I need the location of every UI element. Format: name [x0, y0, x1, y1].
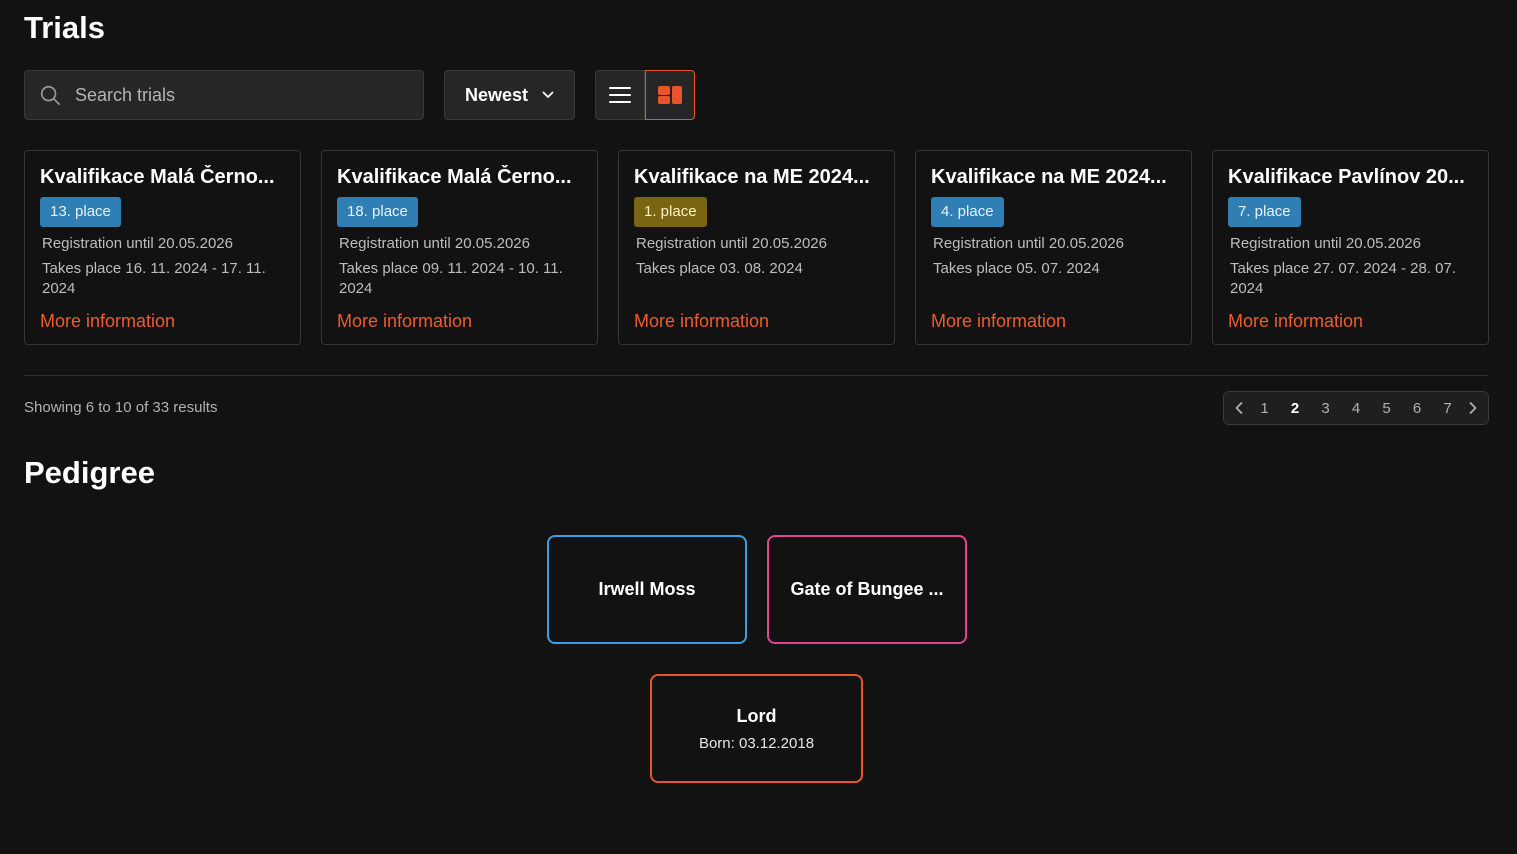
- dog-name: Lord: [736, 705, 777, 726]
- more-information-link[interactable]: More information: [40, 311, 175, 332]
- view-toggle: [595, 70, 695, 120]
- results-summary: Showing 6 to 10 of 33 results: [24, 399, 218, 416]
- trial-title: Kvalifikace na ME 2024...: [931, 166, 1167, 188]
- registration-deadline: Registration until 20.05.2026: [1230, 235, 1421, 252]
- trial-title: Kvalifikace Malá Černo...: [337, 166, 572, 188]
- trial-card: Kvalifikace Malá Černo... 13. place Regi…: [24, 150, 301, 345]
- registration-deadline: Registration until 20.05.2026: [42, 235, 233, 252]
- sire-name: Irwell Moss: [598, 579, 696, 599]
- pedigree-dog-node[interactable]: Lord Born: 03.12.2018: [650, 674, 863, 783]
- trial-card: Kvalifikace na ME 2024... 1. place Regis…: [618, 150, 895, 345]
- list-icon: [609, 87, 631, 103]
- trial-title: Kvalifikace na ME 2024...: [634, 166, 870, 188]
- dam-name: Gate of Bungee ...: [790, 579, 944, 599]
- dog-birth-date: Born: 03.12.2018: [698, 734, 815, 752]
- section-divider: [24, 375, 1489, 376]
- chevron-down-icon: [542, 91, 554, 98]
- registration-deadline: Registration until 20.05.2026: [933, 235, 1124, 252]
- trial-dates: Takes place 03. 08. 2024: [636, 260, 803, 277]
- page-3[interactable]: 3: [1316, 400, 1336, 417]
- chevron-right-icon[interactable]: [1468, 401, 1478, 415]
- placement-badge: 7. place: [1228, 197, 1301, 227]
- page-1[interactable]: 1: [1255, 400, 1275, 417]
- trial-title: Kvalifikace Malá Černo...: [40, 166, 275, 188]
- trial-dates: Takes place 27. 07. 2024 - 28. 07. 2024: [1230, 260, 1456, 297]
- page-4[interactable]: 4: [1346, 400, 1366, 417]
- pedigree-dam-node[interactable]: Gate of Bungee ...: [767, 535, 967, 644]
- sort-dropdown-value: Newest: [464, 84, 529, 105]
- more-information-link[interactable]: More information: [1228, 311, 1363, 332]
- placement-badge: 18. place: [337, 197, 418, 227]
- trial-dates: Takes place 09. 11. 2024 - 10. 11. 2024: [339, 260, 563, 297]
- page-6[interactable]: 6: [1407, 400, 1427, 417]
- page-title: Trials: [24, 10, 105, 45]
- page-7[interactable]: 7: [1438, 400, 1458, 417]
- chevron-left-icon[interactable]: [1234, 401, 1244, 415]
- trial-cards: Kvalifikace Malá Černo... 13. place Regi…: [24, 150, 1489, 345]
- page-2[interactable]: 2: [1285, 400, 1305, 417]
- list-view-button[interactable]: [595, 70, 645, 120]
- pedigree-title: Pedigree: [24, 455, 155, 490]
- grid-view-button[interactable]: [645, 70, 695, 120]
- placement-badge: 1. place: [634, 197, 707, 227]
- pedigree-sire-node[interactable]: Irwell Moss: [547, 535, 747, 644]
- more-information-link[interactable]: More information: [634, 311, 769, 332]
- more-information-link[interactable]: More information: [931, 311, 1066, 332]
- trial-card: Kvalifikace na ME 2024... 4. place Regis…: [915, 150, 1192, 345]
- trial-card: Kvalifikace Pavlínov 20... 7. place Regi…: [1212, 150, 1489, 345]
- registration-deadline: Registration until 20.05.2026: [339, 235, 530, 252]
- search-icon: [40, 85, 60, 105]
- trial-card: Kvalifikace Malá Černo... 18. place Regi…: [321, 150, 598, 345]
- sort-dropdown[interactable]: Newest: [444, 70, 575, 120]
- placement-badge: 4. place: [931, 197, 1004, 227]
- more-information-link[interactable]: More information: [337, 311, 472, 332]
- search-box[interactable]: [24, 70, 424, 120]
- trial-title: Kvalifikace Pavlínov 20...: [1228, 166, 1465, 188]
- placement-badge: 13. place: [40, 197, 121, 227]
- trial-dates: Takes place 16. 11. 2024 - 17. 11. 2024: [42, 260, 266, 297]
- search-input[interactable]: [73, 83, 393, 107]
- grid-icon: [658, 86, 682, 104]
- registration-deadline: Registration until 20.05.2026: [636, 235, 827, 252]
- page-5[interactable]: 5: [1377, 400, 1397, 417]
- pagination: 1 2 3 4 5 6 7: [1223, 391, 1489, 425]
- trial-dates: Takes place 05. 07. 2024: [933, 260, 1100, 277]
